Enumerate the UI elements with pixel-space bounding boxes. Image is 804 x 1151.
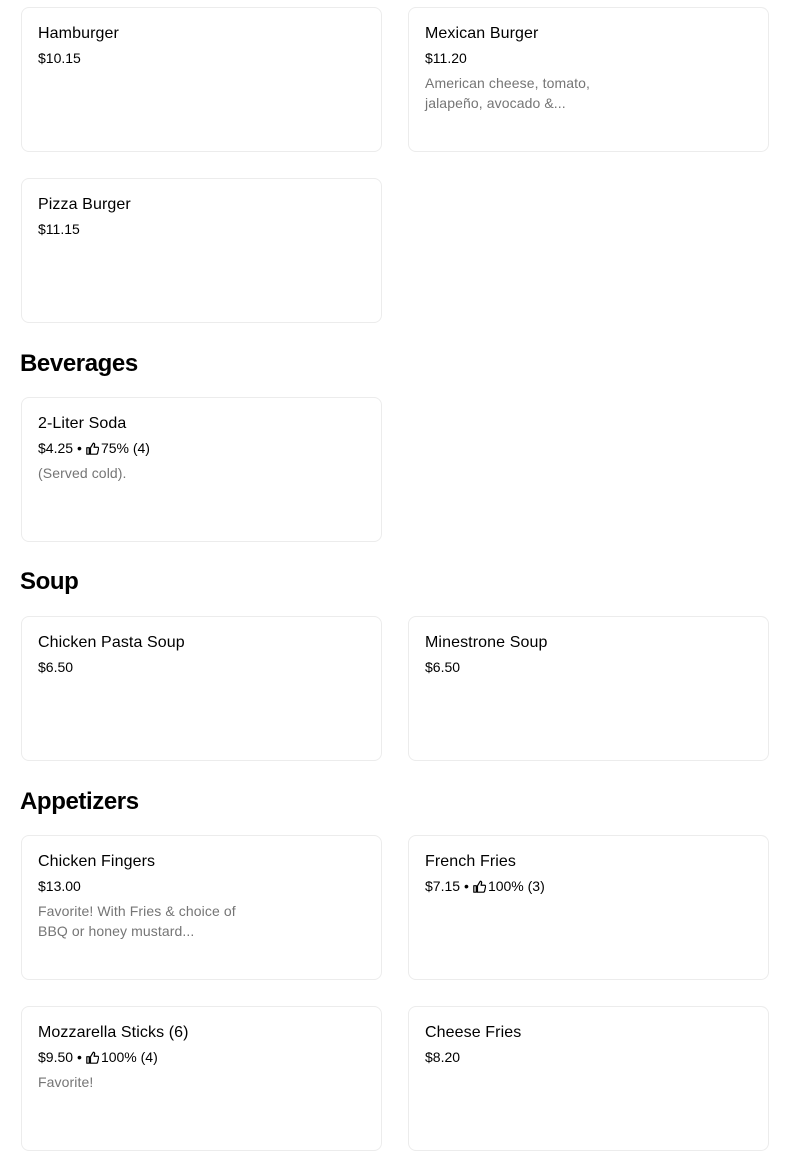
menu-item-chicken-pasta-soup[interactable]: Chicken Pasta Soup $6.50 <box>21 616 382 761</box>
rating-value: 100% (4) <box>100 1049 158 1065</box>
menu-item-chicken-fingers[interactable]: Chicken Fingers $13.00 Favorite! With Fr… <box>21 835 382 980</box>
item-name: Hamburger <box>38 25 119 42</box>
item-price-rating: $4.25 • 75% (4) <box>38 439 365 457</box>
item-price: $10.15 <box>38 49 365 67</box>
item-description: Favorite! <box>38 1074 94 1090</box>
item-price-rating: $9.50 • 100% (4) <box>38 1048 365 1066</box>
menu-item-french-fries[interactable]: French Fries $7.15 • 100% (3) <box>408 835 769 980</box>
item-price: $13.00 <box>38 877 365 895</box>
menu-item-minestrone-soup[interactable]: Minestrone Soup $6.50 <box>408 616 769 761</box>
item-price: $6.50 <box>38 658 365 676</box>
thumbs-up-icon <box>473 880 486 893</box>
item-price: $11.20 <box>425 49 752 67</box>
item-name: 2-Liter Soda <box>38 415 127 432</box>
item-description: (Served cold). <box>38 465 127 481</box>
price-value: $10.15 <box>38 50 81 66</box>
section-title-appetizers: Appetizers <box>20 788 139 815</box>
item-name: Chicken Pasta Soup <box>38 634 185 651</box>
item-price: $6.50 <box>425 658 752 676</box>
menu-item-soda[interactable]: 2-Liter Soda $4.25 • 75% (4) (Served col… <box>21 397 382 542</box>
price-value: $6.50 <box>38 659 74 675</box>
price-value: $4.25 <box>38 440 74 456</box>
menu-item-cheese-fries[interactable]: Cheese Fries $8.20 <box>408 1006 769 1151</box>
meta-separator: • <box>77 1049 82 1065</box>
item-price: $8.20 <box>425 1048 752 1066</box>
menu-item-mozzarella-sticks[interactable]: Mozzarella Sticks (6) $9.50 • 100% (4) F… <box>21 1006 382 1151</box>
price-value: $7.15 <box>425 878 461 894</box>
price-value: $9.50 <box>38 1049 74 1065</box>
price-value: $8.20 <box>425 1049 461 1065</box>
meta-separator: • <box>77 440 82 456</box>
price-value: $11.20 <box>425 50 467 66</box>
item-name: Pizza Burger <box>38 196 131 213</box>
thumbs-up-icon <box>86 442 99 455</box>
thumbs-up-icon <box>86 1051 99 1064</box>
item-name: Mexican Burger <box>425 25 539 42</box>
item-name: Chicken Fingers <box>38 853 156 870</box>
item-name: Cheese Fries <box>425 1024 522 1041</box>
price-value: $13.00 <box>38 878 81 894</box>
item-price-rating: $7.15 • 100% (3) <box>425 877 752 895</box>
menu-item-hamburger[interactable]: Hamburger $10.15 <box>21 7 382 152</box>
item-name: Mozzarella Sticks (6) <box>38 1024 189 1041</box>
menu-item-pizza-burger[interactable]: Pizza Burger $11.15 <box>21 178 382 323</box>
meta-separator: • <box>464 878 469 894</box>
section-title-soup: Soup <box>20 568 79 595</box>
price-value: $11.15 <box>38 221 80 237</box>
item-description: Favorite! With Fries & choice of BBQ or … <box>38 903 236 939</box>
rating-value: 75% (4) <box>100 440 150 456</box>
section-title-beverages: Beverages <box>20 350 138 377</box>
item-name: French Fries <box>425 853 516 870</box>
item-name: Minestrone Soup <box>425 634 548 651</box>
item-price: $11.15 <box>38 220 365 238</box>
price-value: $6.50 <box>425 659 461 675</box>
menu-item-mexican-burger[interactable]: Mexican Burger $11.20 American cheese, t… <box>408 7 769 152</box>
item-description: American cheese, tomato, jalapeño, avoca… <box>425 75 591 111</box>
rating-value: 100% (3) <box>487 878 545 894</box>
